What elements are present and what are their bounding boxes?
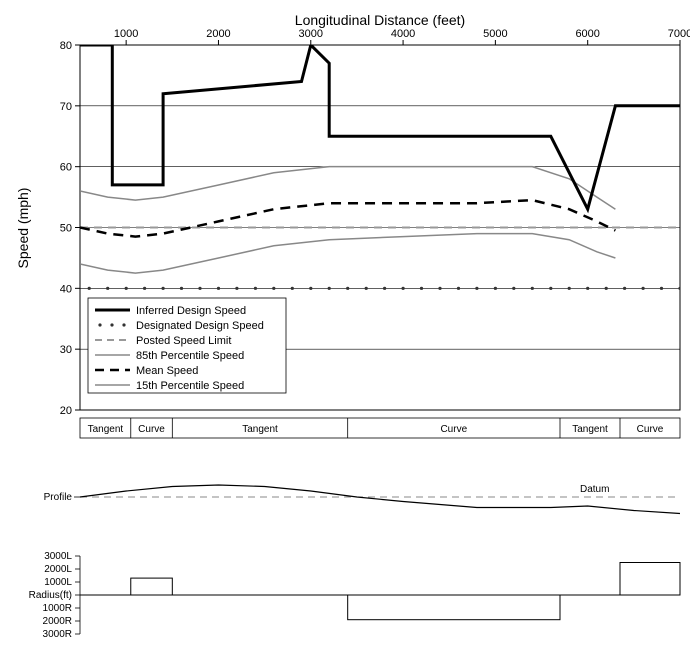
svg-text:30: 30: [60, 344, 72, 356]
series-inferred: [80, 45, 680, 209]
svg-text:70: 70: [60, 101, 72, 113]
y-axis-title: Speed (mph): [15, 188, 31, 269]
series-15th: [80, 234, 615, 274]
svg-text:Tangent: Tangent: [242, 424, 278, 435]
svg-text:1000: 1000: [114, 28, 138, 40]
svg-text:Posted Speed Limit: Posted Speed Limit: [136, 335, 231, 347]
x-tick-labels: 1000 2000 3000 4000 5000 6000 7000: [114, 28, 690, 40]
svg-text:2000: 2000: [206, 28, 230, 40]
svg-text:Radius(ft): Radius(ft): [29, 590, 72, 601]
x-axis-title: Longitudinal Distance (feet): [295, 12, 465, 28]
svg-text:1000R: 1000R: [43, 603, 72, 614]
svg-text:3000R: 3000R: [43, 629, 72, 640]
svg-text:3000: 3000: [299, 28, 323, 40]
segment-bar: Tangent Curve Tangent Curve Tangent Curv…: [80, 418, 680, 438]
series-mean: [80, 200, 615, 237]
svg-text:Profile: Profile: [44, 492, 73, 503]
svg-text:Curve: Curve: [138, 424, 165, 435]
svg-text:7000: 7000: [668, 28, 690, 40]
svg-text:Mean Speed: Mean Speed: [136, 365, 198, 377]
series-group: [80, 45, 682, 290]
main-chart: Longitudinal Distance (feet) Speed (mph): [15, 12, 690, 438]
svg-text:6000: 6000: [575, 28, 599, 40]
svg-text:1000L: 1000L: [44, 577, 72, 588]
svg-text:Datum: Datum: [580, 484, 609, 495]
profile-chart: Profile Datum: [44, 484, 680, 514]
svg-text:Designated Design Speed: Designated Design Speed: [136, 320, 264, 332]
chart-figure: Longitudinal Distance (feet) Speed (mph): [10, 10, 690, 648]
svg-text:4000: 4000: [391, 28, 415, 40]
svg-text:Curve: Curve: [637, 424, 664, 435]
svg-text:15th Percentile Speed: 15th Percentile Speed: [136, 380, 244, 392]
svg-text:Curve: Curve: [440, 424, 467, 435]
svg-text:3000L: 3000L: [44, 551, 72, 562]
svg-text:40: 40: [60, 283, 72, 295]
series-85th: [80, 167, 615, 210]
y-ticks: [75, 45, 80, 410]
legend: Inferred Design Speed Designated Design …: [88, 298, 286, 393]
svg-text:20: 20: [60, 405, 72, 417]
svg-text:2000R: 2000R: [43, 616, 72, 627]
svg-text:50: 50: [60, 223, 72, 235]
radius-chart: 3000L 2000L 1000L Radius(ft) 1000R 2000R…: [29, 551, 680, 640]
svg-text:Tangent: Tangent: [88, 424, 124, 435]
svg-text:Inferred Design Speed: Inferred Design Speed: [136, 305, 246, 317]
svg-text:60: 60: [60, 162, 72, 174]
svg-text:85th Percentile Speed: 85th Percentile Speed: [136, 350, 244, 362]
svg-text:5000: 5000: [483, 28, 507, 40]
svg-text:80: 80: [60, 40, 72, 52]
svg-text:Tangent: Tangent: [572, 424, 608, 435]
x-ticks: [126, 40, 680, 45]
svg-text:2000L: 2000L: [44, 564, 72, 575]
y-tick-labels: 80 70 60 50 40 30 20: [60, 40, 72, 417]
